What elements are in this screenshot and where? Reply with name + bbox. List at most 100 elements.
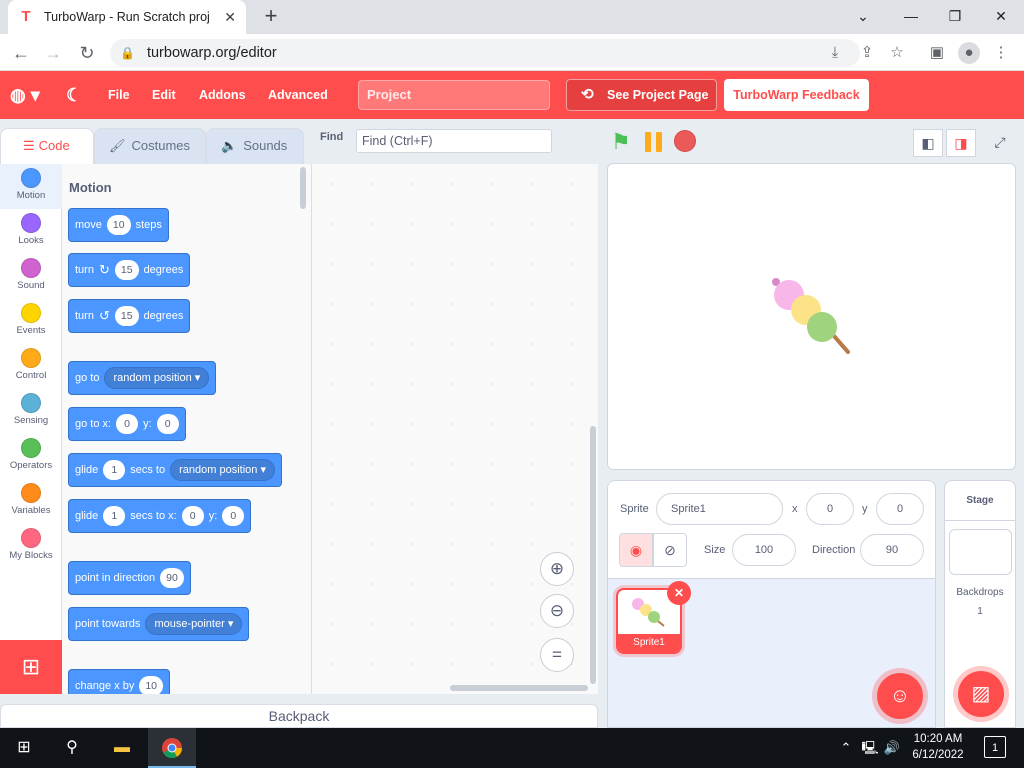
browser-menu-icon[interactable]: ⋮	[990, 42, 1012, 64]
show-hidden-icons-icon[interactable]: ⌃	[834, 728, 858, 768]
new-tab-button[interactable]: +	[258, 4, 284, 30]
bookmark-star-icon[interactable]: ☆	[886, 42, 908, 64]
direction-input[interactable]: 90	[860, 534, 924, 566]
workspace-horizontal-scrollbar[interactable]	[450, 685, 588, 691]
block-input[interactable]: 15	[114, 306, 139, 326]
category-control[interactable]: Control	[0, 344, 62, 389]
forward-icon[interactable]: →	[40, 40, 66, 66]
pause-icon[interactable]	[643, 132, 665, 152]
palette-scrollbar[interactable]	[300, 167, 306, 209]
block-input[interactable]: 90	[160, 568, 184, 588]
block-glide-to[interactable]: glide 1 secs to random position ▾	[68, 453, 282, 487]
system-clock[interactable]: 10:20 AM 6/12/2022	[898, 731, 978, 763]
browser-tab[interactable]: T TurboWarp - Run Scratch project ✕	[8, 0, 246, 34]
share-icon[interactable]: ⇪	[856, 42, 878, 64]
close-tab-icon[interactable]: ✕	[224, 9, 236, 26]
menu-advanced[interactable]: Advanced	[268, 71, 328, 119]
tab-code[interactable]: ☰ Code	[0, 128, 94, 164]
small-stage-button[interactable]: ◧	[913, 129, 943, 157]
block-go-to[interactable]: go to random position ▾	[68, 361, 217, 395]
category-my-blocks[interactable]: My Blocks	[0, 524, 62, 569]
back-icon[interactable]: ←	[8, 40, 34, 66]
reload-icon[interactable]: ↻	[74, 40, 100, 66]
stage-selector[interactable]: Stage Backdrops 1 ▨	[944, 480, 1016, 728]
block-input[interactable]: 1	[103, 460, 126, 480]
block-change-x[interactable]: change x by 10	[68, 669, 171, 694]
feedback-button[interactable]: TurboWarp Feedback	[724, 79, 869, 111]
stage-thumbnail[interactable]	[949, 529, 1012, 575]
file-explorer-icon[interactable]: ▬	[98, 728, 146, 768]
menu-addons[interactable]: Addons	[199, 71, 246, 119]
backpack-bar[interactable]: Backpack	[0, 704, 598, 728]
size-input[interactable]: 100	[732, 534, 796, 566]
x-input[interactable]: 0	[806, 493, 854, 525]
menu-edit[interactable]: Edit	[152, 71, 176, 119]
network-icon[interactable]: 🖳	[858, 728, 882, 768]
block-glide-to-xy[interactable]: glide 1 secs to x: 0 y: 0	[68, 499, 252, 533]
profile-avatar-icon[interactable]: ●	[958, 42, 980, 64]
block-input[interactable]: 15	[114, 260, 139, 280]
hide-sprite-eye-icon[interactable]: ⊘	[653, 533, 687, 567]
theme-moon-icon[interactable]: ☾	[66, 71, 82, 119]
block-input[interactable]: 1	[103, 506, 126, 526]
windows-start-icon[interactable]: ⊞	[0, 728, 48, 768]
category-sensing[interactable]: Sensing	[0, 389, 62, 434]
y-input[interactable]: 0	[876, 493, 924, 525]
block-input-y[interactable]: 0	[156, 414, 179, 434]
search-icon[interactable]: ⚲	[48, 728, 96, 768]
block-point-in-direction[interactable]: point in direction 90	[68, 561, 191, 595]
project-title-input[interactable]: Project	[358, 80, 550, 110]
see-project-page-button[interactable]: ⟲ See Project Page	[566, 79, 717, 111]
stop-icon[interactable]	[675, 131, 695, 151]
script-workspace[interactable]: ⊕ ⊖ =	[312, 164, 598, 694]
block-input-y[interactable]: 0	[222, 506, 245, 526]
category-variables[interactable]: Variables	[0, 479, 62, 524]
url-field[interactable]: 🔒 turbowarp.org/editor	[110, 39, 860, 67]
choose-backdrop-icon[interactable]: ▨	[958, 671, 1004, 717]
restore-button[interactable]: ❐	[940, 4, 970, 28]
block-go-to-xy[interactable]: go to x: 0 y: 0	[68, 407, 186, 441]
block-input-x[interactable]: 0	[181, 506, 204, 526]
category-motion[interactable]: Motion	[0, 164, 62, 209]
green-flag-icon[interactable]: ⚑	[611, 131, 631, 153]
stage-canvas[interactable]	[607, 163, 1016, 470]
category-operators[interactable]: Operators	[0, 434, 62, 479]
tab-costumes[interactable]: 🖌 Costumes	[94, 128, 206, 164]
block-input[interactable]: 10	[106, 215, 131, 235]
block-point-towards[interactable]: point towards mouse-pointer ▾	[68, 607, 250, 641]
tab-sounds[interactable]: 🔈 Sounds	[206, 128, 304, 164]
language-globe-icon[interactable]: ◍ ▾	[10, 71, 40, 119]
category-looks[interactable]: Looks	[0, 209, 62, 254]
workspace-vertical-scrollbar[interactable]	[590, 426, 596, 684]
large-stage-button[interactable]: ◨	[946, 129, 976, 157]
tab-search-icon[interactable]: ⌄	[848, 4, 878, 28]
block-move-steps[interactable]: move 10 steps	[68, 208, 169, 242]
block-input[interactable]: 10	[139, 676, 164, 694]
find-input[interactable]: Find (Ctrl+F)	[356, 129, 552, 153]
chrome-taskbar-icon[interactable]	[148, 728, 196, 768]
block-dropdown[interactable]: random position ▾	[104, 367, 210, 389]
install-app-icon[interactable]: ⤓	[824, 42, 846, 64]
choose-sprite-cat-icon[interactable]: ☺	[877, 673, 923, 719]
category-events[interactable]: Events	[0, 299, 62, 344]
zoom-out-icon[interactable]: ⊖	[540, 594, 574, 628]
add-extension-button[interactable]: ⊞	[0, 640, 62, 694]
minimize-button[interactable]: —	[896, 4, 926, 28]
close-window-button[interactable]: ✕	[986, 4, 1016, 28]
block-turn-right[interactable]: turn ↻ 15 degrees	[68, 253, 191, 287]
block-input-x[interactable]: 0	[116, 414, 139, 434]
category-sound[interactable]: Sound	[0, 254, 62, 299]
show-sprite-eye-icon[interactable]: ◉	[619, 533, 653, 567]
delete-sprite-icon[interactable]: ✕	[667, 581, 691, 605]
side-panel-icon[interactable]: ▣	[926, 42, 948, 64]
block-turn-left[interactable]: turn ↺ 15 degrees	[68, 299, 191, 333]
notifications-icon[interactable]: 1	[984, 736, 1006, 758]
zoom-in-icon[interactable]: ⊕	[540, 552, 574, 586]
lock-icon: 🔒	[120, 46, 135, 60]
block-dropdown[interactable]: mouse-pointer ▾	[145, 613, 243, 635]
zoom-reset-icon[interactable]: =	[540, 638, 574, 672]
block-dropdown[interactable]: random position ▾	[170, 459, 275, 481]
fullscreen-icon[interactable]: ⤢	[985, 129, 1015, 157]
sprite-name-input[interactable]: Sprite1	[656, 493, 783, 525]
menu-file[interactable]: File	[108, 71, 130, 119]
